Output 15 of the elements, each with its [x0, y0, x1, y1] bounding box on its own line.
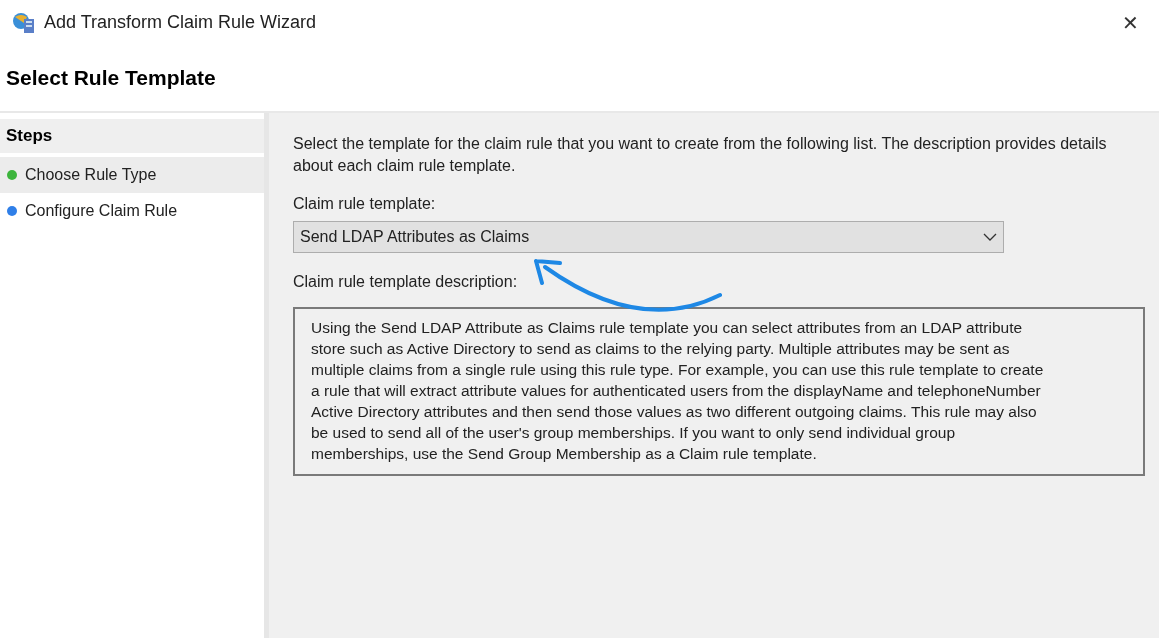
description-text: Using the Send LDAP Attribute as Claims rule template you can select attributes from an LDAP attribute store such as Active Directory to send as claims to the relying party. Multiple attributes may be sent as multiple claims from a single rule using this rule type. For example, you can use this rule template to create a rule that will extract attribute values for authenticated users from the displayName and telephoneNumber Active Directory attributes and then send those values as two different outgoing claims. This rule may also be used to send all of the user's group memberships. If you want to only send individual group memberships, use the Send Group Membership as a Claim rule template. — [293, 307, 1145, 476]
template-dropdown[interactable]: Send LDAP Attributes as Claims — [293, 221, 1004, 253]
step-item[interactable]: Configure Claim Rule — [0, 193, 264, 229]
window-title: Add Transform Claim Rule Wizard — [44, 12, 318, 33]
chevron-down-icon — [983, 233, 997, 241]
step-label: Configure Claim Rule — [25, 202, 178, 220]
page-title: Select Rule Template — [6, 66, 216, 90]
field-label: Claim rule template description: — [293, 273, 518, 291]
close-button[interactable]: ✕ — [1114, 6, 1147, 39]
app-icon — [12, 10, 36, 35]
step-label: Choose Rule Type — [25, 166, 157, 184]
steps-header: Steps — [0, 119, 264, 153]
step-item[interactable]: Choose Rule Type — [0, 157, 264, 193]
instruction-text: Select the template for the claim rule that you want to create from the following list. The description provides details about each claim rule template. — [293, 134, 1108, 176]
field-label: Claim rule template: — [293, 195, 436, 213]
